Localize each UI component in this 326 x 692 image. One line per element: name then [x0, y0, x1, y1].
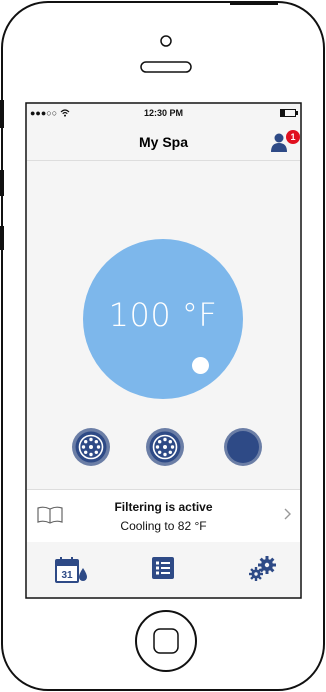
status-primary-text: Filtering is active — [114, 500, 213, 514]
status-bar: ●●●○○ 12:30 PM — [27, 104, 300, 122]
tab-schedule[interactable]: 31 — [55, 556, 87, 584]
jets-pump-2-button[interactable] — [145, 427, 185, 467]
tab-list[interactable] — [151, 556, 181, 584]
status-row[interactable]: Filtering is active Cooling to 82 °F — [27, 489, 300, 543]
calendar-day-number: 31 — [61, 570, 73, 581]
notification-badge: 1 — [286, 130, 300, 144]
spa-controls — [27, 427, 300, 471]
page-title: My Spa — [138, 134, 188, 150]
temperature-dial[interactable]: 100 °F — [83, 239, 243, 399]
account-button[interactable]: 1 — [270, 130, 300, 154]
main-content: 100 °F — [27, 161, 300, 491]
list-icon — [152, 557, 174, 579]
chevron-right-icon — [284, 508, 291, 520]
nav-header: My Spa 1 — [27, 122, 300, 161]
jets-pump-1-button[interactable] — [71, 427, 111, 467]
temperature-knob[interactable] — [192, 357, 209, 374]
light-button[interactable] — [223, 427, 263, 467]
battery-icon — [280, 109, 298, 117]
temperature-value: 100 °F — [108, 296, 218, 334]
gears-icon — [249, 556, 276, 581]
calendar-drop-icon: 31 — [55, 557, 87, 583]
app-screen: ●●●○○ 12:30 PM My Spa 1 100 °F Filtering… — [27, 104, 300, 597]
status-secondary-text: Cooling to 82 °F — [120, 519, 207, 533]
status-time: 12:30 PM — [143, 108, 184, 118]
tab-bar: 31 — [27, 542, 300, 597]
tab-settings[interactable] — [247, 556, 277, 584]
